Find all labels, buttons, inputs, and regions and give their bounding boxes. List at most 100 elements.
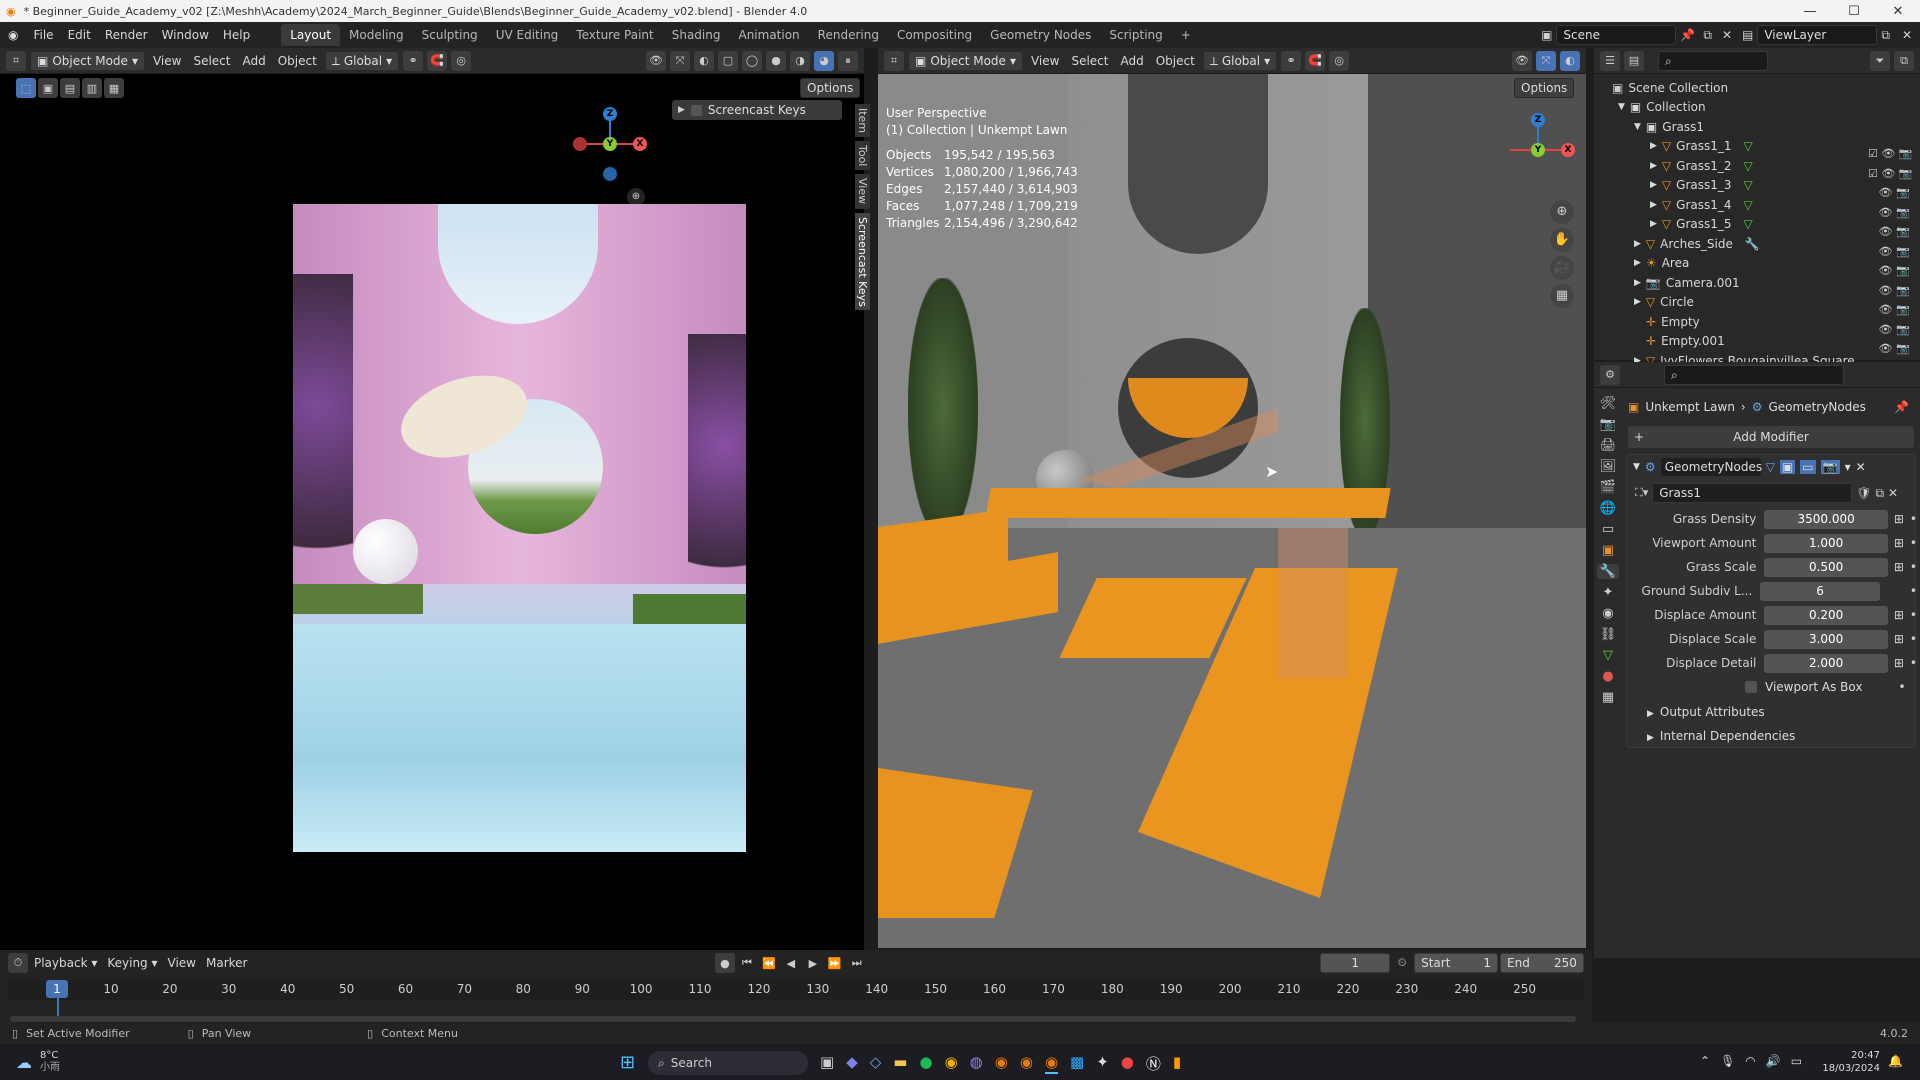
data-tab-icon[interactable]: ▽ (1603, 648, 1613, 663)
new-viewlayer-icon[interactable]: ⧉ (1877, 28, 1894, 43)
notifications-icon[interactable]: 🔔 (1888, 1054, 1903, 1068)
current-frame-field[interactable]: 1 (1320, 953, 1391, 973)
attribute-toggle-icon[interactable]: ⊞ (1894, 608, 1904, 622)
gizmo-neg-x[interactable] (573, 137, 587, 151)
weather-widget[interactable]: ☁ 8°C 小雨 (16, 1050, 60, 1074)
menu-playback[interactable]: Playback ▾ (30, 956, 101, 970)
fake-user-icon[interactable]: 🛡 (1856, 486, 1871, 500)
tab-item[interactable]: Item (855, 104, 870, 138)
start-button[interactable]: ⊞ (620, 1052, 635, 1073)
viewport-amount-field[interactable]: 1.000 (1764, 533, 1888, 553)
tab-layout[interactable]: Layout (281, 24, 341, 46)
proportional-icon[interactable]: ◎ (451, 50, 472, 71)
menu-edit[interactable]: Edit (61, 22, 98, 48)
constraints-tab-icon[interactable]: ⛓ (1600, 627, 1617, 642)
notion-icon[interactable]: Ⓝ (1146, 1053, 1161, 1074)
collection-tab-icon[interactable]: ▭ (1602, 522, 1614, 537)
viewport-toggle-icon[interactable]: ▭ (1800, 460, 1816, 474)
new-scene-icon[interactable]: ⧉ (1699, 28, 1716, 43)
grass-scale-field[interactable]: 0.500 (1764, 557, 1888, 577)
output-tab-icon[interactable]: 🖨 (1600, 438, 1617, 453)
gizmo-y[interactable]: Y (1531, 143, 1545, 157)
right-viewport[interactable]: ⌗ ▣ Object Mode ▾ View Select Add Object… (878, 48, 1586, 948)
mode-select[interactable]: ▣ Object Mode ▾ (908, 50, 1023, 71)
zoom-icon[interactable]: ⊕ (1550, 200, 1574, 224)
gizmo-z[interactable]: Z (603, 107, 617, 121)
timeline[interactable]: ⏱ Playback ▾ Keying ▾ View Marker ● ⏮ ⏪ … (0, 950, 1592, 1030)
remove-modifier-icon[interactable]: ✕ (1856, 460, 1866, 474)
select-extend-icon[interactable]: ▤ (60, 78, 80, 98)
snap-icon[interactable]: 🧲 (427, 50, 448, 71)
clock[interactable]: 20:47 18/03/2024 (1820, 1049, 1880, 1075)
properties-editor[interactable]: ⚙ ⌕ 🛠 📷 🖨 🖼 🎬 🌐 ▭ ▣ 🔧 ✦ ◉ ⛓ ▽ ● ▦ ▣ Unke… (1594, 362, 1920, 958)
tab-shading[interactable]: Shading (663, 24, 730, 46)
task-view-icon[interactable]: ▣ (820, 1053, 834, 1074)
view-layer-tab-icon[interactable]: 🖼 (1600, 459, 1617, 474)
grass-density-field[interactable]: 3500.000 (1764, 509, 1888, 529)
tab-compositing[interactable]: Compositing (888, 24, 981, 46)
playhead[interactable]: 1 (46, 980, 68, 998)
delete-viewlayer-icon[interactable]: ✕ (1894, 28, 1920, 42)
menu-add[interactable]: Add (1116, 54, 1147, 68)
menu-object[interactable]: Object (274, 54, 321, 68)
ground-subdiv-field[interactable]: 6 (1760, 581, 1880, 601)
taskbar-search[interactable]: ⌕ Search (648, 1051, 808, 1075)
unlink-icon[interactable]: ✕ (1888, 486, 1898, 500)
outliner[interactable]: ☰ ▤ ⌕ ⏷ ⧉ ▣ Scene Collection ▼ ▣ Collection… (1594, 48, 1920, 368)
shading-rendered-icon[interactable]: ◕ (814, 50, 834, 71)
gizmo-z[interactable]: Z (1531, 113, 1545, 127)
keyframe-dot-icon[interactable]: • (1910, 512, 1917, 526)
chrome-icon[interactable]: ◉ (945, 1053, 958, 1074)
teams-icon[interactable]: ◆ (846, 1053, 858, 1074)
orientation-select[interactable]: ⟂ Global ▾ (1202, 50, 1278, 71)
outliner-scene-collection[interactable]: ▣ Scene Collection (1594, 78, 1920, 98)
keyframe-dot-icon[interactable]: • (1910, 536, 1917, 550)
keyframe-dot-icon[interactable]: • (1910, 560, 1917, 574)
object-tab-icon[interactable]: ▣ (1602, 543, 1614, 558)
visibility-icon[interactable]: 👁 (646, 50, 666, 71)
file-explorer-icon[interactable]: ▬ (893, 1053, 907, 1074)
menu-view[interactable]: View (1027, 54, 1063, 68)
app-icon[interactable]: ◇ (870, 1053, 882, 1074)
pin-icon[interactable]: 📌 (1894, 400, 1909, 414)
xray-icon[interactable]: ▢ (718, 50, 738, 71)
tab-sculpting[interactable]: Sculpting (413, 24, 487, 46)
viewlayer-icon[interactable]: ▤ (1738, 28, 1757, 42)
battery-icon[interactable]: ▭ (1791, 1054, 1802, 1068)
shading-material-icon[interactable]: ◑ (790, 50, 810, 71)
tab-animation[interactable]: Animation (729, 24, 808, 46)
attribute-toggle-icon[interactable]: ⊞ (1894, 656, 1904, 670)
orientation-select[interactable]: ⟂ Global ▾ (324, 50, 400, 71)
gizmo-toggle-icon[interactable]: ⤧ (670, 50, 690, 71)
tab-screencast-keys[interactable]: Screencast Keys (855, 212, 870, 311)
shading-solid-icon[interactable]: ● (766, 50, 786, 71)
filter-icon[interactable]: ⏷ (1870, 50, 1890, 71)
gizmo-neg-z[interactable] (603, 167, 617, 181)
menu-window[interactable]: Window (155, 22, 216, 48)
photoshop-icon[interactable]: ▩ (1070, 1053, 1084, 1074)
record-icon[interactable]: ● (714, 953, 735, 973)
overlay-icon[interactable]: ◐ (1560, 50, 1580, 71)
left-viewport[interactable]: ⌗ ▣ Object Mode ▾ View Select Add Object… (0, 48, 870, 958)
blender-icon[interactable]: ◉ (995, 1053, 1008, 1074)
app-icon[interactable]: ● (1121, 1053, 1134, 1074)
menu-object[interactable]: Object (1152, 54, 1199, 68)
scene-field[interactable]: Scene (1556, 25, 1677, 45)
tab-tool[interactable]: Tool (855, 141, 870, 171)
modifier-tab-icon[interactable]: 🔧 (1596, 564, 1620, 579)
menu-keying[interactable]: Keying ▾ (103, 956, 161, 970)
texture-tab-icon[interactable]: ▦ (1602, 690, 1614, 705)
render-tab-icon[interactable]: 📷 (1600, 417, 1616, 432)
blender-active-icon[interactable]: ◉ (1044, 1053, 1059, 1074)
play-icon[interactable]: ▶ (803, 953, 823, 973)
edit-mode-toggle-icon[interactable]: ▽ (1766, 460, 1775, 474)
modifier-name-field[interactable]: GeometryNodes (1660, 458, 1762, 476)
camera-view-icon[interactable]: 🎥 (1550, 256, 1574, 280)
duplicate-icon[interactable]: ⧉ (1875, 486, 1884, 501)
menu-select[interactable]: Select (189, 54, 234, 68)
tab-uv-editing[interactable]: UV Editing (487, 24, 568, 46)
gizmo-x[interactable]: X (1561, 143, 1575, 157)
messenger-icon[interactable]: ◍ (970, 1053, 983, 1074)
outliner-item[interactable]: ▼ ▣ Collection (1594, 98, 1920, 118)
close-icon[interactable]: ✕ (1876, 4, 1920, 19)
